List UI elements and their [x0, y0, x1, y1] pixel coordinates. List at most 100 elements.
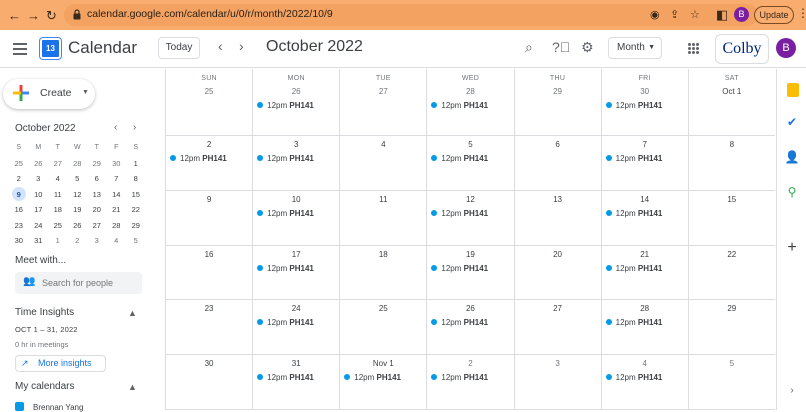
mini-day[interactable]: 25 [9, 156, 29, 172]
day-cell[interactable]: 22 [687, 245, 775, 300]
day-cell[interactable]: 12 12pm PH141 [426, 190, 513, 245]
collapse-chevron-icon[interactable]: ▲ [128, 382, 137, 392]
reload-icon[interactable]: ↻ [46, 8, 57, 24]
day-cell[interactable]: 26 12pm PH141 [426, 300, 513, 355]
eye-icon[interactable]: ◉ [650, 8, 660, 21]
day-number[interactable]: 4 [340, 140, 426, 149]
day-number[interactable]: 16 [166, 250, 252, 259]
day-cell[interactable]: 7 12pm PH141 [600, 136, 688, 190]
keep-icon[interactable] [787, 83, 799, 97]
day-cell[interactable]: 2 12pm PH141 [426, 355, 513, 409]
day-number[interactable]: 4 [602, 359, 688, 368]
event-chip[interactable]: 12pm PH141 [170, 152, 248, 165]
mini-day[interactable]: 12 [68, 187, 88, 203]
mini-day[interactable]: 11 [48, 187, 68, 203]
day-number[interactable]: 2 [427, 359, 513, 368]
expand-panel-icon[interactable]: › [784, 383, 800, 399]
browser-menu-icon[interactable]: ⋮ [797, 6, 806, 20]
day-number[interactable]: 30 [602, 87, 688, 96]
mini-day[interactable]: 4 [48, 171, 68, 187]
previous-month-icon[interactable]: ‹ [218, 38, 223, 54]
settings-gear-icon[interactable]: ⚙ [581, 39, 594, 56]
day-cell[interactable]: 23 [165, 300, 252, 355]
day-cell[interactable]: Nov 1 12pm PH141 [339, 355, 426, 409]
mini-day[interactable]: 30 [9, 233, 29, 249]
mini-day[interactable]: 9 [9, 186, 29, 203]
day-number[interactable]: 28 [602, 304, 688, 313]
day-number[interactable]: 12 [427, 195, 513, 204]
mini-day[interactable]: 14 [107, 187, 127, 203]
mini-day[interactable]: 29 [87, 156, 107, 172]
event-chip[interactable]: 12pm PH141 [605, 99, 684, 112]
google-apps-icon[interactable] [688, 43, 699, 54]
search-icon[interactable]: ⌕ [525, 39, 533, 56]
mini-day[interactable]: 1 [48, 233, 68, 249]
day-cell[interactable]: 4 [339, 136, 426, 190]
calendar-list-item[interactable]: Brennan Yang [15, 402, 83, 412]
day-number[interactable]: 24 [253, 304, 339, 313]
day-number[interactable]: Nov 1 [340, 359, 426, 368]
event-chip[interactable]: 12pm PH141 [605, 316, 684, 329]
day-number[interactable]: 3 [253, 140, 339, 149]
day-cell[interactable]: 15 [687, 190, 775, 245]
day-number[interactable]: 28 [427, 87, 513, 96]
day-cell[interactable]: 27 [513, 300, 601, 355]
event-chip[interactable]: 12pm PH141 [257, 262, 335, 275]
mini-day[interactable]: 18 [48, 202, 68, 218]
mini-day[interactable]: 7 [107, 171, 127, 187]
sidebar-toggle-icon[interactable]: ◧ [716, 7, 728, 23]
event-chip[interactable]: 12pm PH141 [431, 152, 509, 165]
day-cell[interactable]: 4 12pm PH141 [600, 355, 688, 409]
event-chip[interactable]: 12pm PH141 [257, 99, 335, 112]
org-logo[interactable]: Colby [715, 34, 769, 64]
day-number[interactable]: 25 [340, 304, 426, 313]
event-chip[interactable]: 12pm PH141 [257, 316, 335, 329]
mini-day[interactable]: 1 [126, 156, 146, 172]
mini-day[interactable]: 29 [126, 218, 146, 234]
day-number[interactable]: 22 [689, 250, 775, 259]
add-addon-icon[interactable]: + [784, 240, 800, 256]
day-cell[interactable]: 5 [687, 355, 775, 409]
mini-day[interactable]: 25 [48, 218, 68, 234]
search-people-input[interactable] [42, 275, 137, 291]
day-number[interactable]: 21 [602, 250, 688, 259]
mini-day[interactable]: 26 [29, 156, 49, 172]
day-number[interactable]: 23 [166, 304, 252, 313]
mini-day[interactable]: 5 [68, 171, 88, 187]
event-chip[interactable]: 12pm PH141 [431, 371, 509, 384]
today-button[interactable]: Today [158, 37, 200, 59]
event-chip[interactable]: 12pm PH141 [431, 316, 509, 329]
main-menu-icon[interactable] [13, 43, 27, 55]
mini-day[interactable]: 23 [9, 218, 29, 234]
day-cell[interactable]: TUE 27 [339, 69, 426, 135]
day-cell[interactable]: 16 [165, 245, 252, 300]
mini-day[interactable]: 26 [68, 218, 88, 234]
day-number[interactable]: 27 [340, 87, 426, 96]
people-search-box[interactable]: 👥 [15, 272, 142, 294]
day-number[interactable]: 5 [427, 140, 513, 149]
day-number[interactable]: 3 [515, 359, 601, 368]
day-number[interactable]: 17 [253, 250, 339, 259]
back-icon[interactable]: ← [8, 8, 21, 23]
event-chip[interactable]: 12pm PH141 [605, 371, 684, 384]
mini-day[interactable]: 19 [68, 202, 88, 218]
day-cell[interactable]: 10 12pm PH141 [252, 190, 339, 245]
share-icon[interactable]: ⇪ [670, 8, 679, 21]
mini-day[interactable]: 27 [48, 156, 68, 172]
event-chip[interactable]: 12pm PH141 [257, 207, 335, 220]
mini-day[interactable]: 28 [107, 218, 127, 234]
day-cell[interactable]: FRI 30 12pm PH141 [600, 69, 688, 135]
day-cell[interactable]: 5 12pm PH141 [426, 136, 513, 190]
day-number[interactable]: 31 [253, 359, 339, 368]
day-number[interactable]: 25 [166, 87, 252, 96]
mini-day[interactable]: 28 [68, 156, 88, 172]
day-cell[interactable]: MON 26 12pm PH141 [252, 69, 339, 135]
mini-day[interactable]: 2 [9, 171, 29, 187]
day-number[interactable]: 13 [515, 195, 601, 204]
day-number[interactable]: 29 [515, 87, 601, 96]
update-button[interactable]: Update [754, 6, 794, 24]
event-chip[interactable]: 12pm PH141 [431, 207, 509, 220]
day-number[interactable]: 19 [427, 250, 513, 259]
mini-day[interactable]: 24 [29, 218, 49, 234]
day-number[interactable]: 6 [515, 140, 601, 149]
